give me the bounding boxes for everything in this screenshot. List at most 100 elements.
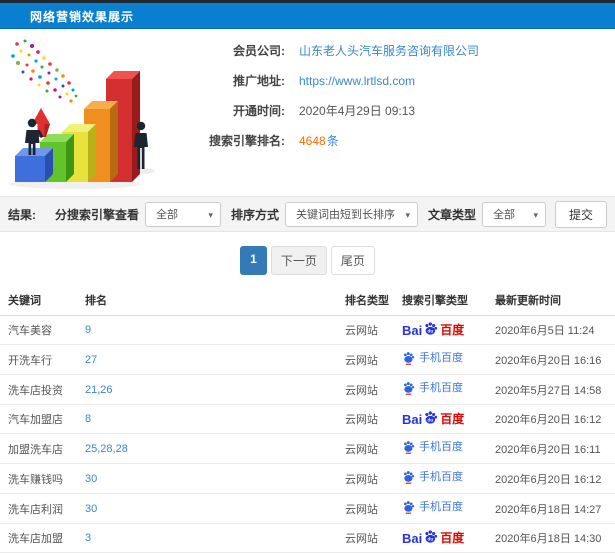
cell-engine-type: 手机百度 <box>402 493 495 524</box>
header-rank-type: 排名类型 <box>345 285 402 316</box>
cell-rank[interactable]: 8 <box>85 404 345 434</box>
open-time-label: 开通时间: <box>233 104 285 118</box>
growth-bar-chart-illustration <box>9 39 155 189</box>
baidu-pc-logo: Bai du 百度 <box>402 410 464 427</box>
table-row: 加盟洗车店 25,28,28 云网站 手机百度 2020年6月20日 16:11 <box>0 433 615 464</box>
cell-engine-type: Bai du 百度 <box>402 523 495 553</box>
svg-text:du: du <box>428 536 434 541</box>
mobile-baidu-paw-icon <box>404 441 415 454</box>
result-label: 结果: <box>8 207 36 222</box>
sort-filter-select[interactable]: 关键词由短到长排序 ▾ <box>284 201 418 227</box>
cell-keyword: 开洗车行 <box>0 344 85 375</box>
baidu-mobile-logo: 手机百度 <box>402 440 463 454</box>
cell-keyword: 洗车赚钱吗 <box>0 463 85 494</box>
cell-rank-type: 云网站 <box>345 374 402 405</box>
cell-keyword: 洗车店投资 <box>0 374 85 405</box>
sort-filter-value: 关键词由短到长排序 <box>295 209 395 221</box>
filter-bar: 结果: 分搜索引擎查看 全部 ▾ 排序方式 关键词由短到长排序 ▾ 文章类型 全… <box>0 196 615 232</box>
cell-rank[interactable]: 21,26 <box>85 374 345 405</box>
cell-engine-type: 手机百度 <box>402 463 495 494</box>
table-row: 洗车店投资 21,26 云网站 手机百度 2020年5月27日 14:58 <box>0 374 615 405</box>
table-row: 洗车店利润 30 云网站 手机百度 2020年6月18日 14:27 <box>0 493 615 524</box>
promo-url-label: 推广地址: <box>233 74 285 88</box>
sort-filter-label: 排序方式 <box>230 207 279 222</box>
engine-filter-label: 分搜索引擎查看 <box>54 207 139 222</box>
mobile-baidu-paw-icon <box>404 501 415 514</box>
header-rank: 排名 <box>85 285 345 316</box>
table-row: 汽车美容 9 云网站 Bai du 百度 2020年6月5日 11:24 <box>0 315 615 345</box>
svg-text:du: du <box>428 328 434 333</box>
cell-rank[interactable]: 30 <box>85 493 345 524</box>
cell-rank[interactable]: 3 <box>85 523 345 553</box>
header-bar: 网络营销效果展示 <box>0 0 615 29</box>
article-type-select[interactable]: 全部 ▾ <box>481 201 546 227</box>
page-1-button[interactable]: 1 <box>240 246 267 275</box>
cell-updated: 2020年6月18日 14:30 <box>495 523 615 553</box>
baidu-bai-text: Bai <box>402 322 423 338</box>
rank-unit: 条 <box>326 134 339 148</box>
last-page-button[interactable]: 尾页 <box>330 246 375 275</box>
table-row: 洗车赚钱吗 30 云网站 手机百度 2020年6月20日 16:12 <box>0 463 615 494</box>
cell-rank[interactable]: 27 <box>85 344 345 375</box>
member-info-panel: 会员公司: 山东老人头汽车服务咨询有限公司 推广地址: https://www.… <box>185 34 479 196</box>
chevron-down-icon: ▾ <box>533 209 538 220</box>
cell-rank-type: 云网站 <box>345 315 402 345</box>
mobile-baidu-label: 手机百度 <box>419 440 463 453</box>
rank-count: 4648 <box>299 134 326 148</box>
cell-engine-type: 手机百度 <box>402 433 495 464</box>
next-page-button[interactable]: 下一页 <box>270 246 327 275</box>
table-body: 汽车美容 9 云网站 Bai du 百度 2020年6月5日 11:24 开洗车… <box>0 315 615 553</box>
baidu-bai-text: Bai <box>402 411 423 427</box>
cell-rank-type: 云网站 <box>345 433 402 464</box>
cell-engine-type: Bai du 百度 <box>402 315 495 345</box>
cell-keyword: 汽车加盟店 <box>0 404 85 434</box>
baidu-pc-logo: Bai du 百度 <box>402 529 465 546</box>
cell-engine-type: 手机百度 <box>402 344 495 375</box>
baidu-mobile-logo: 手机百度 <box>402 500 463 514</box>
cell-rank-type: 云网站 <box>345 344 402 375</box>
chevron-down-icon: ▾ <box>405 209 410 220</box>
engine-rank-value: 4648条 <box>299 132 339 149</box>
table-row: 洗车店加盟 3 云网站 Bai du 百度 2020年6月18日 14:30 <box>0 523 615 553</box>
cell-rank-type: 云网站 <box>345 404 402 434</box>
header-keyword: 关键词 <box>0 285 85 316</box>
cell-updated: 2020年6月18日 14:27 <box>495 493 615 524</box>
cell-updated: 2020年6月20日 16:16 <box>495 344 615 375</box>
cell-keyword: 洗车店利润 <box>0 493 85 524</box>
baidu-cn-text: 百度 <box>440 531 465 545</box>
cell-rank-type: 云网站 <box>345 523 402 553</box>
article-type-value: 全部 <box>492 209 515 221</box>
promo-url-link[interactable]: https://www.lrtlsd.com <box>299 74 415 88</box>
submit-button[interactable]: 提交 <box>554 200 607 228</box>
table-header-row: 关键词 排名 排名类型 搜索引擎类型 最新更新时间 <box>0 285 615 316</box>
cell-keyword: 加盟洗车店 <box>0 433 85 464</box>
mobile-baidu-label: 手机百度 <box>419 351 463 364</box>
cell-rank[interactable]: 25,28,28 <box>85 433 345 464</box>
baidu-bai-text: Bai <box>402 530 423 546</box>
confetti-dots <box>11 39 78 103</box>
cell-updated: 2020年6月20日 16:12 <box>495 404 615 434</box>
info-row-rank: 搜索引擎排名: 4648条 <box>185 132 479 149</box>
cell-rank-type: 云网站 <box>345 463 402 494</box>
article-type-label: 文章类型 <box>427 207 476 222</box>
company-name-link[interactable]: 山东老人头汽车服务咨询有限公司 <box>299 42 479 59</box>
baidu-paw-icon: du <box>425 410 438 424</box>
page-title: 网络营销效果展示 <box>30 9 135 24</box>
chevron-down-icon: ▾ <box>208 209 213 220</box>
open-time-value: 2020年4月29日 09:13 <box>299 104 416 118</box>
cell-updated: 2020年5月27日 14:58 <box>495 374 615 405</box>
engine-filter-value: 全部 <box>155 209 178 221</box>
table-row: 开洗车行 27 云网站 手机百度 2020年6月20日 16:16 <box>0 344 615 375</box>
info-row-url: 推广地址: https://www.lrtlsd.com <box>185 72 479 89</box>
baidu-paw-icon: du <box>425 529 438 543</box>
cell-rank[interactable]: 30 <box>85 463 345 494</box>
cell-keyword: 洗车店加盟 <box>0 523 85 553</box>
page: 网络营销效果展示 会员公司: 山东老人头汽车服务咨询有限公司 推广地址: htt… <box>0 0 615 553</box>
cell-engine-type: 手机百度 <box>402 374 495 405</box>
mobile-baidu-paw-icon <box>404 471 415 484</box>
baidu-mobile-logo: 手机百度 <box>402 381 463 395</box>
baidu-cn-text: 百度 <box>440 323 465 337</box>
cell-rank[interactable]: 9 <box>85 315 345 345</box>
engine-filter-select[interactable]: 全部 ▾ <box>144 201 221 227</box>
header-updated: 最新更新时间 <box>495 285 615 316</box>
